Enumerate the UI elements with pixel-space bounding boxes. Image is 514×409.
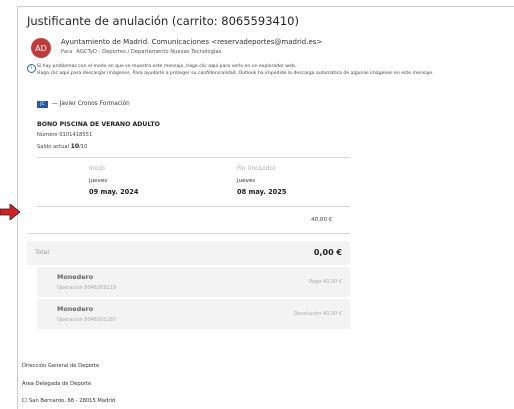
recipient-line: Para AGCTyD - Deportes / Departamento Nue… <box>61 49 221 55</box>
end-date: 08 may. 2025 <box>237 188 287 196</box>
footer-department: Dirección General de Deporte <box>22 363 100 369</box>
balance-label: Saldo actual <box>37 144 71 150</box>
operation-name: Monedero <box>57 305 94 313</box>
product-title: BONO PISCINA DE VERANO ADULTO <box>37 121 160 128</box>
divider <box>37 206 350 207</box>
info-icon: i <box>27 64 36 73</box>
issuer-badge: JC <box>37 101 48 108</box>
footer-area: Área Delegada de Deporte <box>22 381 92 387</box>
total-row: Total 0,00 € <box>27 241 350 265</box>
total-label: Total <box>35 249 50 256</box>
ticket-number: Número 0101418551 <box>37 132 93 138</box>
start-date: 09 may. 2024 <box>89 188 139 196</box>
view-in-browser-link[interactable]: Si hay problemas con el modo en que se m… <box>37 64 296 69</box>
ticket-amount: 40,00 € <box>311 217 333 223</box>
total-value: 0,00 € <box>313 248 342 257</box>
operation-amount: Devolución 40,00 € <box>293 311 342 317</box>
start-label: Inicio <box>89 165 105 172</box>
footer-address: C/ San Bernardo, 68 - 28015 Madrid <box>22 398 116 404</box>
recipient-name[interactable]: AGCTyD - Deportes / Departamento Nuevas … <box>76 49 221 55</box>
issuer-name: — Javier Cronos Formación <box>52 101 130 107</box>
end-label: Fin (incluido) <box>237 165 276 172</box>
start-day: jueves <box>89 178 108 184</box>
balance-total: /10 <box>79 144 88 150</box>
email-subject: Justificante de anulación (carrito: 8065… <box>27 14 299 28</box>
operation-number: Operación 8046291187 <box>57 317 117 323</box>
operation-amount: Pago 40,00 € <box>309 279 342 285</box>
operation-row: Monedero Operación 8046269219 Pago 40,00… <box>37 267 350 297</box>
red-arrow-icon <box>0 204 20 220</box>
divider <box>27 233 350 234</box>
end-day: jueves <box>237 178 256 184</box>
divider <box>37 157 350 158</box>
balance-value: 10 <box>70 143 80 150</box>
ticket-balance: Saldo actual 10/10 <box>37 143 87 150</box>
operation-name: Monedero <box>57 273 94 281</box>
operation-number: Operación 8046269219 <box>57 285 117 291</box>
sender-avatar[interactable]: AD <box>31 38 51 58</box>
sender-from[interactable]: Ayuntamiento de Madrid. Comunicaciones <… <box>61 38 322 46</box>
operation-row: Monedero Operación 8046291187 Devolución… <box>37 299 350 329</box>
download-images-link[interactable]: Haga clic aquí para descargar imágenes. … <box>37 71 434 76</box>
to-label: Para <box>61 49 73 55</box>
